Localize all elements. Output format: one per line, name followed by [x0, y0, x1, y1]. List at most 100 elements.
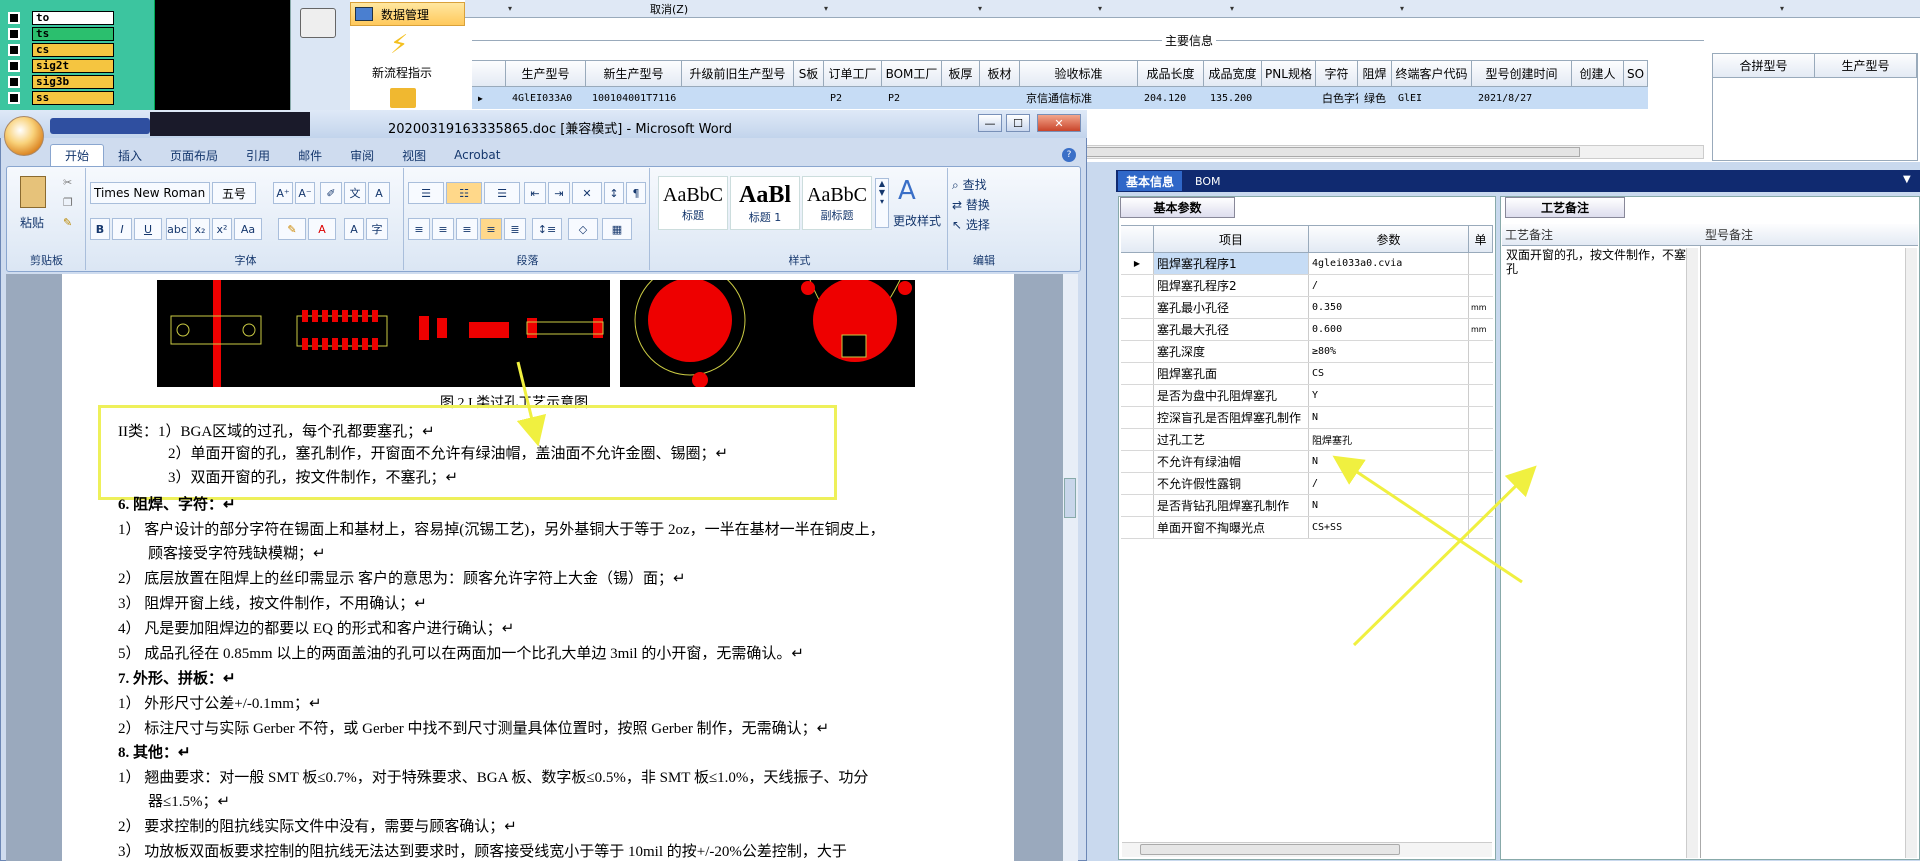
layer-item[interactable]: cs	[0, 42, 128, 57]
cell[interactable]: 白色字符	[1316, 87, 1358, 109]
layer-checkbox[interactable]	[8, 59, 20, 72]
process-remark-text[interactable]: 双面开窗的孔，按文件制作，不塞孔	[1506, 248, 1686, 276]
copy-icon[interactable]: ❐	[63, 196, 73, 209]
cell[interactable]: 135.200	[1204, 87, 1262, 109]
change-styles-icon[interactable]: A	[898, 176, 916, 206]
layer-item[interactable]: sig3b	[0, 74, 128, 89]
dropdown-arrow-icon[interactable]: ▾	[1780, 4, 1784, 13]
strikethrough-icon[interactable]: abc	[166, 218, 188, 240]
cell[interactable]: 100104001T7116	[586, 87, 682, 109]
param-row[interactable]: 不允许假性露铜 /	[1121, 473, 1493, 495]
italic-icon[interactable]: I	[112, 218, 132, 240]
paste-button[interactable]: 粘贴	[20, 214, 44, 231]
layer-item[interactable]: ts	[0, 26, 128, 41]
column-header[interactable]: 板厚	[942, 61, 980, 86]
tab-home[interactable]: 开始	[50, 144, 105, 166]
cell[interactable]	[1572, 87, 1624, 109]
chevron-down-icon[interactable]: ▼	[1903, 174, 1911, 185]
scrollbar-thumb[interactable]	[1140, 844, 1400, 855]
cell[interactable]	[942, 87, 980, 109]
styles-scroll[interactable]: ▲ ▼ ▾	[875, 178, 889, 228]
tab-review[interactable]: 审阅	[336, 144, 388, 166]
param-value[interactable]: ≥80%	[1309, 341, 1469, 362]
table-row[interactable]: ▶ 4GlEI033A0 100104001T7116 P2 P2 京信通信标准…	[472, 87, 1648, 109]
column-header[interactable]: 生产型号	[506, 61, 586, 86]
char-shading-icon[interactable]: A	[344, 218, 364, 240]
layer-item[interactable]: ss	[0, 90, 128, 105]
shading-icon[interactable]: ◇	[568, 218, 598, 240]
justify-icon[interactable]: ≡	[480, 218, 502, 240]
decrease-indent-icon[interactable]: ⇤	[524, 182, 546, 204]
lightning-icon[interactable]: ⚡	[390, 30, 408, 60]
style-subtitle[interactable]: AaBbC 副标题	[802, 176, 872, 230]
param-row[interactable]: 塞孔深度 ≥80%	[1121, 341, 1493, 363]
tab-basic-info[interactable]: 基本信息	[1118, 171, 1183, 191]
param-value[interactable]: 4glei033a0.cvia	[1309, 253, 1469, 274]
chinese-layout-icon[interactable]: ✕	[572, 182, 602, 204]
quick-access-toolbar[interactable]	[50, 118, 150, 134]
param-value[interactable]: 阻焊塞孔	[1309, 429, 1469, 450]
param-row[interactable]: 塞孔最小孔径 0.350 mm	[1121, 297, 1493, 319]
cell[interactable]: 2021/8/27	[1472, 87, 1572, 109]
font-name-select[interactable]: Times New Roman	[90, 182, 210, 204]
column-header[interactable]: 成品长度	[1138, 61, 1204, 86]
layer-checkbox[interactable]	[8, 91, 20, 104]
paste-icon[interactable]	[20, 176, 46, 208]
select-button[interactable]: ↖ 选择	[952, 216, 990, 233]
increase-indent-icon[interactable]: ⇥	[548, 182, 570, 204]
data-management-item[interactable]: 数据管理	[350, 2, 465, 26]
cell[interactable]	[1262, 87, 1316, 109]
folder-icon[interactable]	[390, 88, 416, 108]
vertical-scrollbar[interactable]	[1062, 274, 1078, 861]
multilevel-list-icon[interactable]: ☰	[484, 182, 520, 204]
param-row[interactable]: 塞孔最大孔径 0.600 mm	[1121, 319, 1493, 341]
param-row[interactable]: 过孔工艺 阻焊塞孔	[1121, 429, 1493, 451]
vertical-scrollbar[interactable]	[1905, 248, 1917, 858]
param-value[interactable]: N	[1309, 407, 1469, 428]
find-button[interactable]: ⌕ 查找	[952, 176, 987, 193]
dropdown-arrow-icon[interactable]: ▾	[508, 4, 512, 13]
change-styles-button[interactable]: 更改样式	[893, 212, 941, 229]
param-row[interactable]: 是否为盘中孔阻焊塞孔 Y	[1121, 385, 1493, 407]
vertical-scrollbar[interactable]	[1686, 248, 1698, 858]
param-row[interactable]: 阻焊塞孔程序2/	[1121, 275, 1493, 297]
borders-icon[interactable]: ▦	[602, 218, 632, 240]
column-header[interactable]: 新生产型号	[586, 61, 682, 86]
align-right-icon[interactable]: ≡	[456, 218, 478, 240]
help-icon[interactable]: ?	[1062, 148, 1076, 162]
align-center-icon[interactable]: ≡	[432, 218, 454, 240]
param-row[interactable]: 控深盲孔是否阻焊塞孔制作 N	[1121, 407, 1493, 429]
align-left-icon[interactable]: ≡	[408, 218, 430, 240]
param-value[interactable]: 0.600	[1309, 319, 1469, 340]
scrollbar-thumb[interactable]	[1064, 478, 1076, 518]
param-value[interactable]: N	[1309, 495, 1469, 516]
dropdown-arrow-icon[interactable]: ▾	[1400, 4, 1404, 13]
column-header[interactable]: 合拼型号	[1713, 54, 1815, 77]
layer-checkbox[interactable]	[8, 27, 20, 40]
font-color-icon[interactable]: A	[308, 218, 336, 240]
line-spacing-icon[interactable]: ↕≡	[532, 218, 562, 240]
tab-bom[interactable]: BOM	[1195, 171, 1221, 191]
show-marks-icon[interactable]: ¶	[626, 182, 646, 204]
param-value[interactable]: Y	[1309, 385, 1469, 406]
sort-icon[interactable]: ↕	[604, 182, 624, 204]
bullets-icon[interactable]: ☰	[408, 182, 444, 204]
layer-checkbox[interactable]	[8, 43, 20, 56]
column-header[interactable]: 终端客户代码	[1392, 61, 1472, 86]
param-value[interactable]: /	[1309, 473, 1469, 494]
tab-mailings[interactable]: 邮件	[284, 144, 336, 166]
column-header[interactable]: 板材	[980, 61, 1020, 86]
dropdown-arrow-icon[interactable]: ▾	[978, 4, 982, 13]
cell[interactable]: P2	[824, 87, 882, 109]
cell[interactable]: 绿色	[1358, 87, 1392, 109]
enclose-char-icon[interactable]: 字	[366, 218, 388, 240]
column-header[interactable]: PNL规格	[1262, 61, 1316, 86]
underline-icon[interactable]: U	[134, 218, 162, 240]
superscript-icon[interactable]: x²	[212, 218, 232, 240]
minimize-button[interactable]: —	[978, 114, 1002, 132]
column-header[interactable]: 升级前旧生产型号	[682, 61, 794, 86]
column-header[interactable]: 生产型号	[1815, 54, 1917, 77]
style-title[interactable]: AaBbC 标题	[658, 176, 728, 230]
cell[interactable]: GlEI	[1392, 87, 1472, 109]
dropdown-arrow-icon[interactable]: ▾	[824, 4, 828, 13]
